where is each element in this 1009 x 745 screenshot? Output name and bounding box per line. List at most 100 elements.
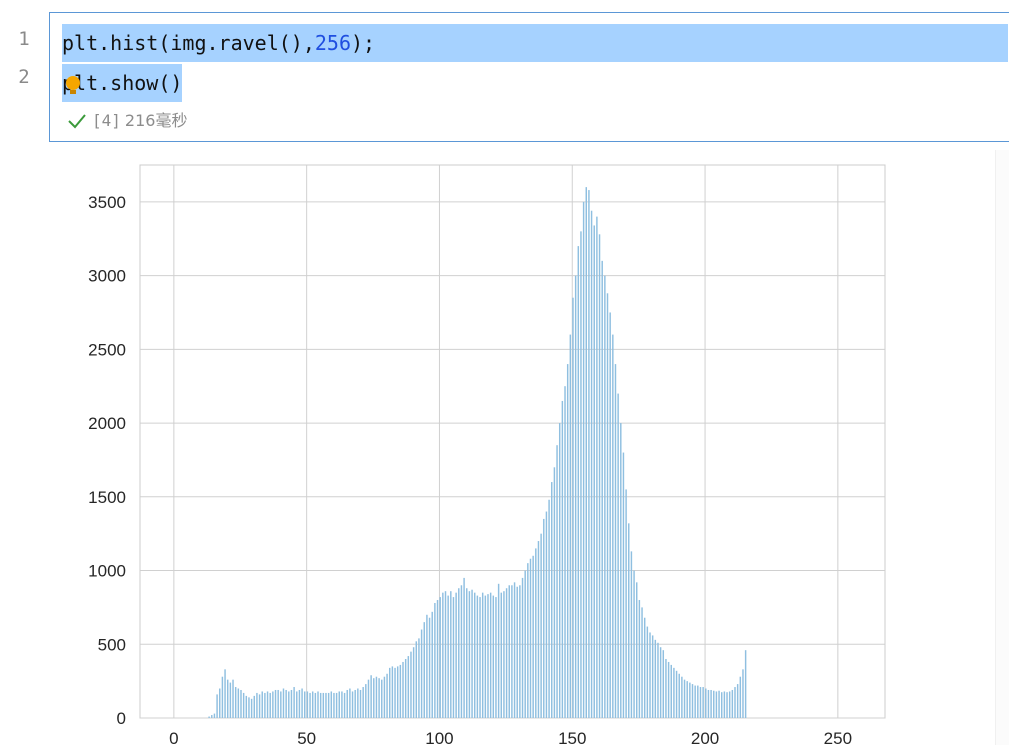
histogram-bar [447, 595, 449, 718]
histogram-bar [290, 689, 293, 718]
x-tick-label: 0 [169, 729, 178, 745]
histogram-bar [314, 692, 317, 718]
x-tick-label: 200 [691, 729, 719, 745]
x-tick-label: 100 [425, 729, 453, 745]
histogram-bar [489, 592, 492, 718]
right-scroll-strip[interactable] [995, 150, 1009, 745]
histogram-bar [736, 684, 739, 718]
histogram-bar [394, 667, 396, 718]
histogram-bar [269, 692, 271, 718]
histogram-bar [503, 591, 505, 718]
histogram-bar [234, 687, 237, 718]
code-line-2[interactable]: plt.show() [62, 64, 183, 102]
x-tick-label: 50 [297, 729, 316, 745]
histogram-bar [497, 583, 500, 718]
histogram-bar [399, 664, 402, 718]
histogram-bar [280, 691, 282, 718]
histogram-bar [250, 698, 253, 718]
histogram-bar [543, 518, 545, 718]
histogram-bar [277, 689, 279, 718]
histogram-bar [516, 586, 518, 718]
histogram-bar [702, 687, 704, 718]
histogram-bar [638, 600, 641, 718]
histogram-bar [582, 201, 585, 718]
histogram-bar [460, 585, 463, 718]
histogram-bar [367, 679, 370, 718]
histogram-bar [651, 635, 654, 718]
histogram-bar [463, 577, 465, 718]
histogram-bar [487, 594, 489, 718]
selection-highlight: plt.show() [62, 64, 183, 102]
histogram-bar [458, 588, 460, 718]
histogram-bar [641, 607, 643, 718]
histogram-bar [434, 602, 436, 718]
histogram-bar [556, 445, 558, 718]
histogram-bar [628, 523, 630, 718]
histogram-bar [216, 694, 218, 718]
histogram-bar [304, 691, 306, 718]
histogram-bar [569, 334, 572, 718]
execution-duration: 216毫秒 [124, 111, 188, 130]
histogram-bar [649, 632, 651, 718]
histogram-bar [442, 592, 444, 718]
histogram-bar [643, 617, 646, 718]
histogram-bar [564, 386, 566, 718]
histogram-bar [256, 692, 258, 718]
histogram-bar [519, 585, 521, 718]
histogram-bar [362, 687, 364, 718]
histogram-bar [359, 689, 362, 718]
y-tick-label: 0 [117, 709, 126, 728]
histogram-bar [574, 275, 577, 718]
histogram-bar [288, 691, 290, 718]
histogram-bar [665, 659, 667, 718]
code-cell[interactable]: plt.hist(img.ravel(),256); plt.show() [4… [49, 12, 1009, 142]
histogram-bar [723, 691, 726, 718]
histogram-bar [420, 629, 423, 718]
histogram-bar [349, 688, 351, 718]
histogram-bar [436, 600, 439, 718]
histogram-bar [226, 679, 229, 718]
histogram-bar [444, 591, 447, 718]
x-tick-label: 250 [824, 729, 852, 745]
histogram-bar [689, 682, 691, 718]
histogram-bar [224, 669, 226, 718]
histogram-bar [659, 647, 662, 718]
execution-count: [4] [92, 111, 121, 130]
histogram-bar [566, 364, 569, 718]
histogram-bar [728, 691, 731, 718]
y-tick-label: 2500 [88, 340, 126, 359]
histogram-bar [636, 582, 638, 718]
histogram-bar [242, 692, 245, 718]
histogram-bar [213, 713, 216, 718]
histogram-bar [529, 558, 532, 718]
histogram-bar [261, 691, 263, 718]
selection-highlight: plt.hist(img.ravel(),256); [62, 24, 1008, 62]
histogram-bar [248, 697, 250, 718]
histogram-chart: 0 500 1000 1500 2000 2500 3000 3500 0 50 100 150 200… [88, 164, 886, 745]
histogram-bar [311, 691, 314, 718]
histogram-bar [620, 423, 622, 718]
histogram-bar [388, 667, 391, 718]
histogram-bar [545, 511, 548, 718]
histogram-bar [614, 364, 617, 718]
histogram-bar [705, 688, 707, 718]
histogram-bar [678, 673, 680, 718]
y-tick-label: 1500 [88, 488, 126, 507]
histogram-bar [285, 689, 287, 718]
histogram-bar [471, 589, 473, 718]
histogram-bar [272, 691, 274, 718]
code-line-1[interactable]: plt.hist(img.ravel(),256); [62, 24, 1008, 62]
histogram-bar [630, 551, 633, 718]
histogram-bar [588, 190, 590, 718]
histogram-bar [232, 679, 234, 718]
histogram-bar [524, 570, 526, 718]
histogram-bar [710, 689, 712, 718]
histogram-bar [670, 664, 672, 718]
histogram-bar [357, 688, 359, 718]
histogram-bar [551, 482, 553, 718]
histogram-bar [731, 689, 734, 718]
histogram-bar [240, 689, 242, 718]
histogram-bar [410, 651, 412, 718]
histogram-bar [521, 577, 524, 718]
histogram-bar [535, 548, 537, 718]
